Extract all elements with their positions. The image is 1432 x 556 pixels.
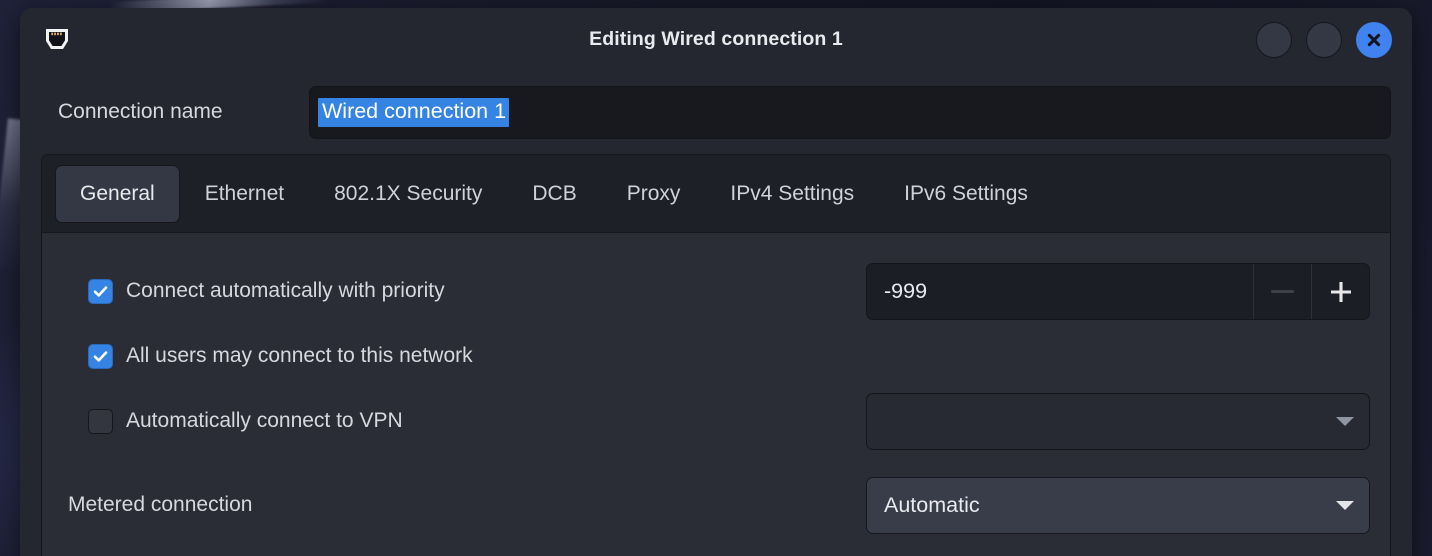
tab-8021x-security-label: 802.1X Security [334,181,483,205]
tab-dcb[interactable]: DCB [507,165,601,223]
all-users-checkbox[interactable]: All users may connect to this network [88,328,473,384]
tab-general[interactable]: General [55,164,180,223]
connect-automatically-label: Connect automatically with priority [126,279,445,302]
settings-notebook: General Ethernet 802.1X Security DCB Pro… [41,154,1391,556]
checkbox-checked-icon [88,343,113,369]
tab-general-label: General [80,181,155,205]
metered-connection-label: Metered connection [68,493,253,516]
minimize-button[interactable] [1256,22,1292,58]
connect-automatically-row: Connect automatically with priority -999 [42,263,1390,320]
tab-ipv6-settings[interactable]: IPv6 Settings [879,165,1053,223]
tab-8021x-security[interactable]: 802.1X Security [309,165,507,223]
tab-bar: General Ethernet 802.1X Security DCB Pro… [42,155,1390,233]
tab-ethernet-label: Ethernet [204,181,285,205]
chevron-down-icon [1336,501,1354,510]
plus-icon [1330,281,1351,302]
priority-spinner[interactable]: -999 [866,263,1370,320]
connection-name-row: Connection name Wired connection 1 [20,78,1412,146]
close-icon [1367,33,1381,47]
all-users-row: All users may connect to this network [42,328,1390,384]
connect-automatically-checkbox[interactable]: Connect automatically with priority [88,263,445,319]
tab-proxy[interactable]: Proxy [602,165,706,223]
window-controls [1256,22,1392,58]
connection-name-input[interactable]: Wired connection 1 [309,86,1391,139]
tab-ipv4-settings[interactable]: IPv4 Settings [705,165,879,223]
auto-vpn-label: Automatically connect to VPN [126,409,403,432]
metered-connection-dropdown[interactable]: Automatic [866,477,1370,534]
general-tab-page: Connect automatically with priority -999 [42,233,1390,556]
title-bar[interactable]: Editing Wired connection 1 [20,8,1412,70]
tab-ethernet[interactable]: Ethernet [180,165,309,223]
close-button[interactable] [1356,22,1392,58]
checkbox-checked-icon [88,278,113,304]
priority-value[interactable]: -999 [867,264,1253,319]
maximize-button[interactable] [1306,22,1342,58]
checkbox-unchecked-icon [88,408,113,434]
connection-name-value: Wired connection 1 [318,98,510,127]
priority-decrement-button[interactable] [1253,264,1311,319]
connection-name-label: Connection name [58,100,223,123]
metered-connection-row: Metered connection Automatic [42,477,1390,534]
tab-ipv6-settings-label: IPv6 Settings [904,181,1028,205]
minus-icon [1271,290,1294,293]
priority-increment-button[interactable] [1311,264,1369,319]
tab-proxy-label: Proxy [626,181,681,205]
editing-connection-dialog: Editing Wired connection 1 Connection na… [20,8,1412,556]
chevron-down-icon [1336,417,1354,426]
page-title: Editing Wired connection 1 [589,28,843,50]
auto-vpn-checkbox[interactable]: Automatically connect to VPN [88,393,403,449]
auto-vpn-row: Automatically connect to VPN [42,393,1390,450]
all-users-label: All users may connect to this network [126,344,473,367]
tab-ipv4-settings-label: IPv4 Settings [730,181,855,205]
metered-connection-value: Automatic [884,493,980,517]
vpn-connection-dropdown[interactable] [866,393,1370,450]
tab-dcb-label: DCB [532,181,577,205]
